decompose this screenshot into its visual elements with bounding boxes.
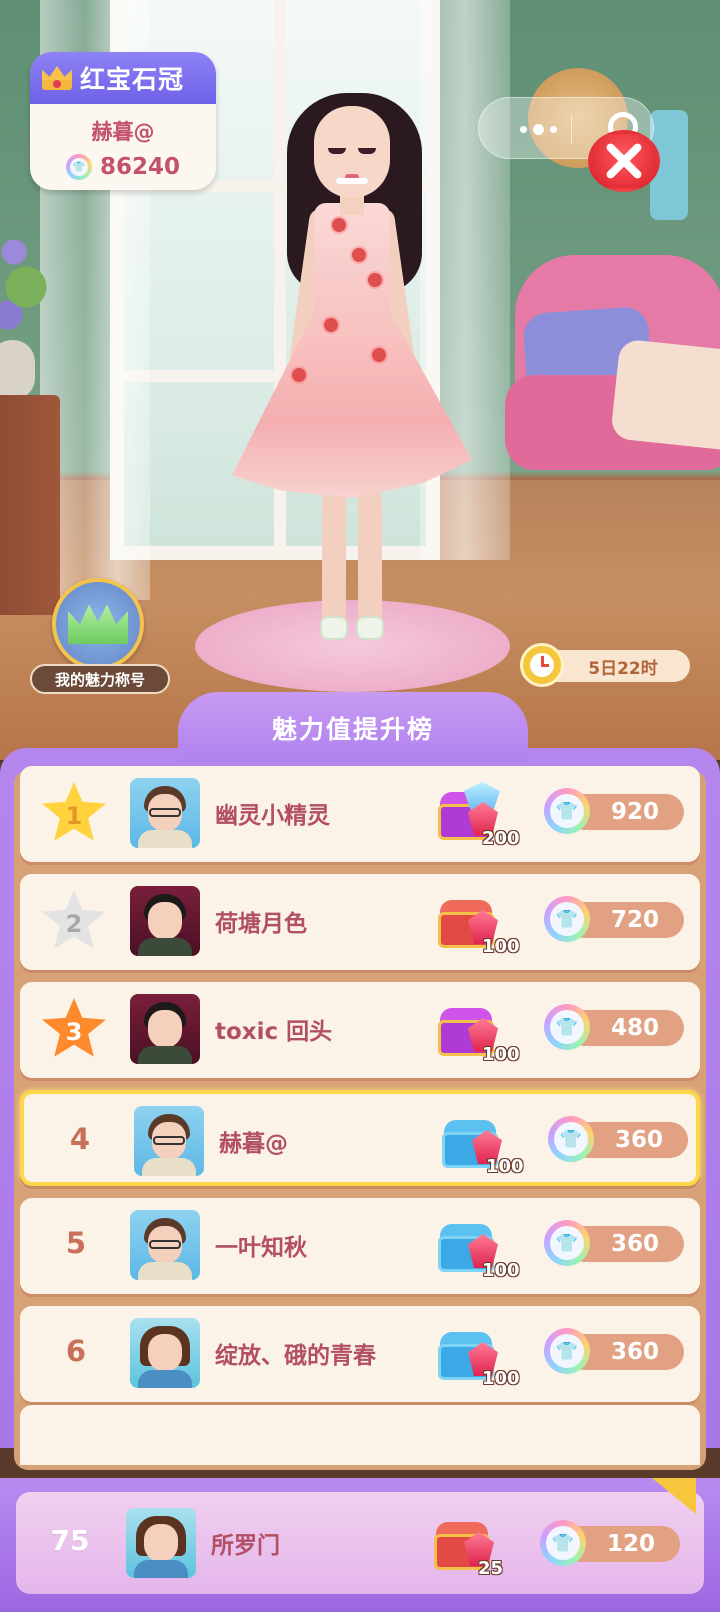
my-player-name: 所罗门 (211, 1533, 280, 1559)
reward-count: 100 (482, 1044, 520, 1065)
reward-count: 100 (482, 1260, 520, 1281)
my-rank-number: 75 (50, 1524, 90, 1557)
shirt-coin-icon: 👕 (544, 1328, 590, 1374)
gold-star-rank-icon: 1 (42, 782, 106, 841)
shirt-coin-icon: 👕 (540, 1520, 586, 1566)
bronze-star-rank-icon: 3 (42, 998, 106, 1057)
profile-score: 86240 (99, 154, 181, 180)
avatar[interactable] (134, 1106, 204, 1176)
ranking-row[interactable]: 1 幽灵小精灵 200 920 👕 (20, 766, 700, 862)
avatar[interactable] (130, 1210, 200, 1280)
treasure-chest-icon: 100 (438, 1212, 524, 1284)
shirt-coin-icon: 👕 (544, 1004, 590, 1050)
ranking-row[interactable]: 5 一叶知秋 100 360 👕 (20, 1198, 700, 1294)
avatar[interactable] (130, 1318, 200, 1388)
capsule-divider (571, 114, 572, 144)
reward-count: 100 (482, 1368, 520, 1389)
player-name: 一叶知秋 (215, 1235, 307, 1261)
sofa (505, 255, 720, 500)
my-avatar[interactable] (126, 1508, 196, 1578)
ranking-panel-tab: 魅力值提升榜 (178, 692, 528, 762)
reward-count: 100 (486, 1156, 524, 1177)
player-name: 荷塘月色 (215, 911, 307, 937)
my-charm-score: 120 👕 (540, 1520, 680, 1566)
reward-count: 25 (478, 1558, 504, 1579)
profile-name: 赫暮@ (91, 120, 155, 144)
event-timer: 5日22时 (520, 643, 692, 687)
treasure-chest-icon: 25 (434, 1510, 520, 1582)
shirt-coin-icon: 👕 (65, 154, 92, 180)
reward-count: 100 (482, 936, 520, 957)
treasure-chest-icon: 100 (438, 1320, 524, 1392)
reward-count: 200 (482, 828, 520, 849)
charm-score: 920 👕 (544, 788, 684, 834)
ranking-row-partial[interactable] (20, 1405, 700, 1465)
profile-title: 红宝石冠 (80, 65, 185, 94)
player-name: 幽灵小精灵 (215, 803, 330, 829)
profile-score-row: 👕 86240 (30, 154, 216, 180)
player-name: toxic 回头 (215, 1019, 333, 1045)
shirt-coin-icon: 👕 (544, 1220, 590, 1266)
rank-number: 5 (65, 1226, 87, 1260)
treasure-chest-icon: 100 (438, 996, 524, 1068)
player-name: 赫暮@ (219, 1131, 288, 1157)
alarm-clock-icon (520, 643, 564, 687)
charm-score: 360 👕 (544, 1220, 684, 1266)
charm-title-label: 我的魅力称号 (30, 664, 170, 694)
ranking-row-self[interactable]: 4 赫暮@ 100 360 👕 (20, 1090, 700, 1186)
shirt-coin-icon: 👕 (544, 788, 590, 834)
my-rank-card: 75 所罗门 25 120 👕 (16, 1492, 704, 1594)
charm-score: 360 👕 (548, 1116, 688, 1162)
rank-number: 4 (69, 1122, 91, 1156)
shirt-coin-icon: 👕 (544, 896, 590, 942)
silver-star-rank-icon: 2 (42, 890, 106, 949)
crown-icon (40, 64, 74, 92)
my-rank-bar[interactable]: 75 所罗门 25 120 👕 (0, 1478, 720, 1612)
avatar[interactable] (130, 886, 200, 956)
charm-score: 720 👕 (544, 896, 684, 942)
player-name: 绽放、硪的青春 (215, 1343, 376, 1369)
ranking-panel-title: 魅力值提升榜 (271, 715, 434, 744)
ranking-row[interactable]: 3 toxic 回头 100 480 👕 (20, 982, 700, 1078)
close-icon[interactable] (588, 112, 662, 192)
charm-title-button[interactable]: 我的魅力称号 (30, 578, 170, 696)
profile-card[interactable]: 红宝石冠 赫暮@ 👕 86240 (30, 52, 216, 190)
avatar[interactable] (130, 994, 200, 1064)
profile-title-bar: 红宝石冠 (30, 52, 216, 104)
more-icon[interactable] (505, 112, 571, 146)
shirt-coin-icon: 👕 (548, 1116, 594, 1162)
timer-text: 5日22时 (542, 650, 690, 682)
avatar[interactable] (130, 778, 200, 848)
rank-number: 6 (65, 1334, 87, 1368)
player-character[interactable] (232, 88, 472, 648)
plant (0, 210, 60, 400)
treasure-chest-icon: 100 (438, 888, 524, 960)
treasure-chest-icon: 200 (438, 780, 524, 852)
treasure-chest-icon: 100 (442, 1108, 528, 1180)
ranking-row[interactable]: 2 荷塘月色 100 720 👕 (20, 874, 700, 970)
ranking-row[interactable]: 6 绽放、硪的青春 100 360 👕 (20, 1306, 700, 1402)
charm-score: 480 👕 (544, 1004, 684, 1050)
charm-score: 360 👕 (544, 1328, 684, 1374)
